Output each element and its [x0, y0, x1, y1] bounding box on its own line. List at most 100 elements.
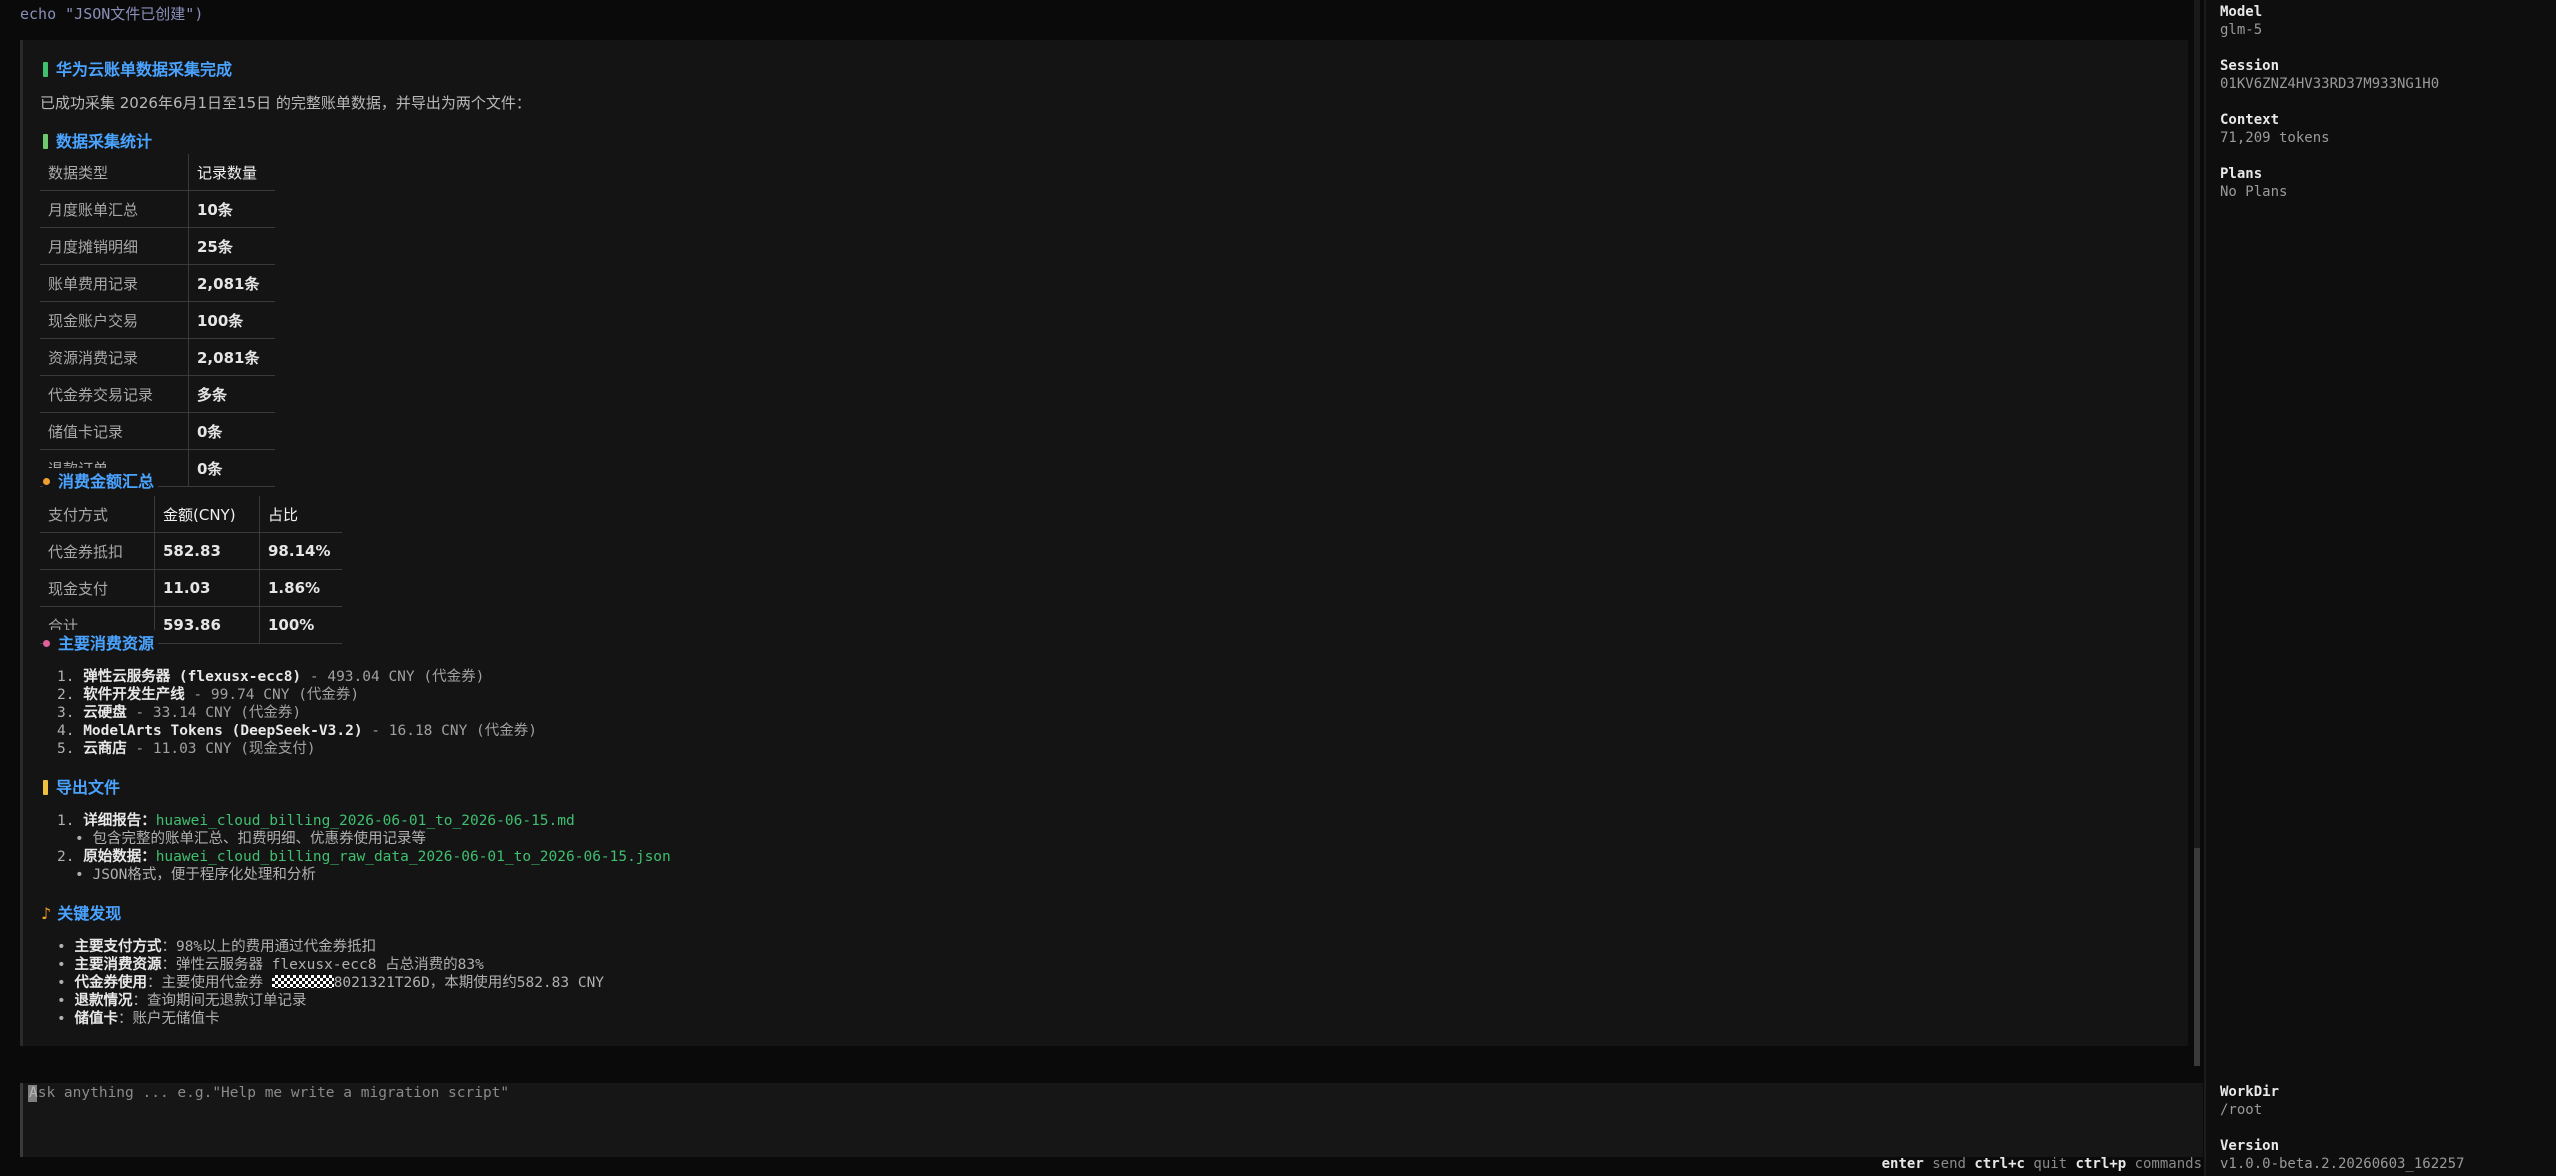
list-item: 3. 云硬盘 - 33.14 CNY (代金券): [57, 705, 302, 721]
column-header-count: 记录数量: [188, 154, 275, 191]
stats-heading: 数据采集统计: [43, 128, 152, 152]
assistant-message: 华为云账单数据采集完成 已成功采集 2026年6月1日至15日 的完整账单数据，…: [20, 40, 2188, 1046]
cell-count: 0条: [188, 412, 275, 450]
session-value: 01KV6ZNZ4HV33RD37M933NG1H0: [2220, 76, 2440, 92]
cell-type: 储值卡记录: [40, 412, 189, 450]
list-item: • 主要支付方式：98%以上的费用通过代金券抵扣: [57, 939, 377, 955]
list-subitem: • 包含完整的账单汇总、扣费明细、优惠券使用记录等: [75, 831, 426, 847]
title-marker-icon: [43, 62, 48, 77]
spend-table: 支付方式 金额(CNY) 占比 代金券抵扣 582.83 98.14% 现金支付 11…: [40, 496, 343, 644]
session-label: Session: [2220, 58, 2280, 74]
column-header-type: 数据类型: [40, 154, 189, 191]
table-row: 账单费用记录 2,081条: [40, 264, 275, 302]
list-item: 1. 弹性云服务器 (flexusx-ecc8) - 493.04 CNY (代…: [57, 669, 485, 685]
exports-heading: 导出文件: [43, 774, 120, 798]
context-label: Context: [2220, 112, 2280, 128]
table-row: 现金账户交易 100条: [40, 301, 275, 339]
target-icon: [43, 640, 50, 647]
table-row: 月度摊销明细 25条: [40, 227, 275, 265]
table-row: 代金券抵扣 582.83 98.14%: [40, 532, 343, 570]
list-item: • 退款情况：查询期间无退款订单记录: [57, 993, 307, 1009]
list-item: 4. ModelArts Tokens (DeepSeek-V3.2) - 16…: [57, 723, 538, 739]
column-header-amount: 金额(CNY): [154, 496, 260, 533]
plans-value: No Plans: [2220, 184, 2288, 200]
list-subitem: • JSON格式，便于程序化处理和分析: [75, 867, 316, 883]
redacted-voucher-id: [271, 975, 334, 988]
list-item: 1. 详细报告：huawei_cloud_billing_2026-06-01_…: [57, 813, 575, 829]
list-item: 5. 云商店 - 11.03 CNY (现金支付): [57, 741, 316, 757]
cell-count: 10条: [188, 190, 275, 228]
plans-label: Plans: [2220, 166, 2263, 182]
version-value: v1.0.0-beta.2.20260603_162257: [2220, 1156, 2465, 1172]
table-row: 资源消费记录 2,081条: [40, 338, 275, 376]
version-label: Version: [2220, 1138, 2280, 1154]
context-value: 71,209 tokens: [2220, 130, 2330, 146]
list-item: 2. 原始数据：huawei_cloud_billing_raw_data_20…: [57, 849, 671, 865]
cell-count: 多条: [188, 375, 275, 413]
message-title: 华为云账单数据采集完成: [43, 56, 232, 80]
export-file-link[interactable]: huawei_cloud_billing_raw_data_2026-06-01…: [156, 849, 671, 865]
list-item: 2. 软件开发生产线 - 99.74 CNY (代金券): [57, 687, 360, 703]
model-value: glm-5: [2220, 22, 2263, 38]
table-row: 月度账单汇总 10条: [40, 190, 275, 228]
cell-share: 100%: [259, 606, 343, 644]
model-label: Model: [2220, 4, 2263, 20]
prompt-placeholder[interactable]: Ask anything ... e.g."Help me write a mi…: [29, 1085, 509, 1101]
text-cursor: [28, 1085, 37, 1102]
cell-method: 代金券抵扣: [40, 532, 155, 570]
cell-count: 25条: [188, 227, 275, 265]
list-item: • 储值卡：账户无储值卡: [57, 1011, 220, 1027]
table-row: 储值卡记录 0条: [40, 412, 275, 450]
quit-key-hint: ctrl+c: [1974, 1156, 2025, 1172]
cell-count: 2,081条: [188, 264, 275, 302]
findings-list: • 主要支付方式：98%以上的费用通过代金券抵扣 • 主要消费资源：弹性云服务器…: [57, 938, 604, 1028]
cell-type: 代金券交易记录: [40, 375, 189, 413]
exports-list: 1. 详细报告：huawei_cloud_billing_2026-06-01_…: [57, 812, 671, 884]
cell-amount: 582.83: [154, 532, 260, 570]
table-row: 现金支付 11.03 1.86%: [40, 569, 343, 607]
cell-method: 现金支付: [40, 569, 155, 607]
previous-command-echo: echo "JSON文件已创建"): [20, 5, 204, 23]
cell-count: 100条: [188, 301, 275, 339]
send-hint-label: send: [1932, 1156, 1966, 1172]
cell-count: 0条: [188, 449, 275, 487]
magnifier-icon: ♪: [41, 904, 52, 923]
quit-hint-label: quit: [2033, 1156, 2068, 1172]
stats-table-wrap: 数据类型 记录数量 月度账单汇总 10条 月度摊销明细 25条 账单费用记录 2,08…: [40, 154, 275, 510]
enter-key-hint: enter: [1881, 1156, 1924, 1172]
column-header-method: 支付方式: [40, 496, 155, 533]
cell-type: 现金账户交易: [40, 301, 189, 339]
cell-amount: 593.86: [154, 606, 260, 644]
column-header-share: 占比: [259, 496, 343, 533]
workdir-label: WorkDir: [2220, 1084, 2280, 1100]
info-sidebar: Model glm-5 Session 01KV6ZNZ4HV33RD37M93…: [2206, 0, 2556, 1176]
intro-text: 已成功采集 2026年6月1日至15日 的完整账单数据，并导出为两个文件：: [40, 94, 531, 112]
cell-type: 月度账单汇总: [40, 190, 189, 228]
commands-hint-label: commands: [2134, 1156, 2202, 1172]
table-header-row: 支付方式 金额(CNY) 占比: [40, 496, 343, 533]
export-file-link[interactable]: huawei_cloud_billing_2026-06-01_to_2026-…: [156, 813, 575, 829]
table-row: 代金券交易记录 多条: [40, 375, 275, 413]
list-item: • 主要消费资源：弹性云服务器 flexusx-ecc8 占总消费的83%: [57, 957, 484, 973]
resources-heading: 主要消费资源: [43, 630, 159, 654]
commands-key-hint: ctrl+p: [2075, 1156, 2127, 1172]
coin-icon: [43, 478, 50, 485]
scrollbar-thumb[interactable]: [2194, 848, 2200, 1066]
cell-type: 月度摊销明细: [40, 227, 189, 265]
cell-count: 2,081条: [188, 338, 275, 376]
keybinding-hints: enter send ctrl+c quit ctrl+p commands: [1882, 1156, 2202, 1172]
stats-table: 数据类型 记录数量 月度账单汇总 10条 月度摊销明细 25条 账单费用记录 2,08…: [40, 154, 275, 487]
cell-share: 1.86%: [259, 569, 343, 607]
workdir-value: /root: [2220, 1102, 2263, 1118]
chart-bar-icon: [43, 134, 48, 149]
table-header-row: 数据类型 记录数量: [40, 154, 275, 191]
findings-heading: ♪ 关键发现: [41, 904, 122, 923]
folder-icon: [43, 780, 48, 795]
cell-share: 98.14%: [259, 532, 343, 570]
cell-type: 账单费用记录: [40, 264, 189, 302]
cell-type: 资源消费记录: [40, 338, 189, 376]
list-item: • 代金券使用：主要使用代金券 8021321T26D，本期使用约582.83 …: [57, 975, 605, 991]
cell-amount: 11.03: [154, 569, 260, 607]
spend-heading: 消费金额汇总: [43, 468, 159, 492]
resources-list: 1. 弹性云服务器 (flexusx-ecc8) - 493.04 CNY (代…: [57, 668, 537, 758]
